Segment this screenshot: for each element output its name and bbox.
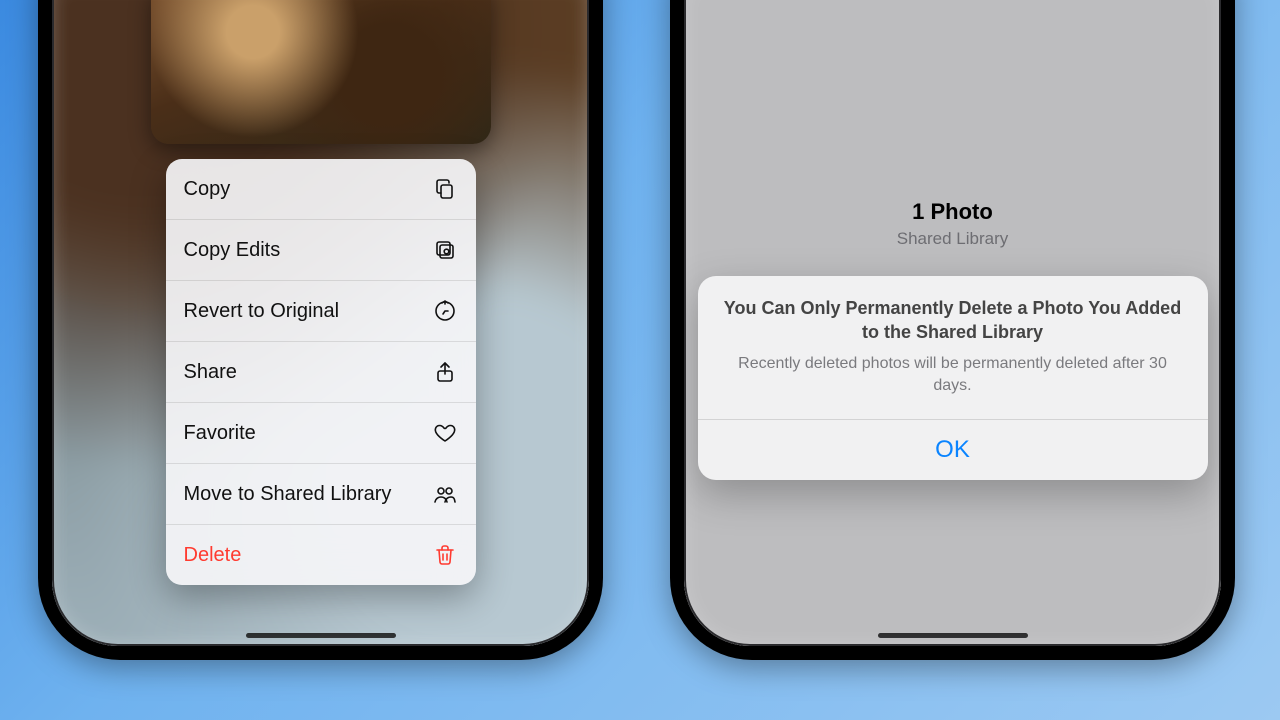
menu-item-favorite[interactable]: Favorite [166,403,476,464]
menu-item-label: Copy [184,178,231,201]
revert-icon [432,298,458,324]
alert-ok-button[interactable]: OK [698,420,1208,480]
selection-count: 1 Photo [684,199,1221,225]
menu-item-share[interactable]: Share [166,342,476,403]
menu-item-label: Copy Edits [184,239,281,262]
menu-item-copy-edits[interactable]: Copy Edits [166,220,476,281]
photo-context-menu: Copy Copy Edits Revert to Original [166,159,476,585]
photo-preview-thumbnail[interactable] [151,0,491,144]
home-indicator[interactable] [878,633,1028,638]
copy-icon [432,176,458,202]
stage: Copy Copy Edits Revert to Original [0,0,1280,720]
selection-subtitle: Shared Library [684,229,1221,249]
menu-item-move-shared-library[interactable]: Move to Shared Library [166,464,476,525]
menu-item-label: Revert to Original [184,300,340,323]
menu-item-label: Move to Shared Library [184,483,392,506]
share-icon [432,359,458,385]
alert-dialog: You Can Only Permanently Delete a Photo … [698,276,1208,480]
menu-item-copy[interactable]: Copy [166,159,476,220]
alert-body: You Can Only Permanently Delete a Photo … [698,276,1208,419]
menu-item-delete[interactable]: Delete [166,525,476,585]
screen-right: 1 Photo Shared Library You Can Only Perm… [684,0,1221,646]
selection-summary: 1 Photo Shared Library [684,199,1221,249]
alert-title: You Can Only Permanently Delete a Photo … [720,296,1186,345]
phone-left: Copy Copy Edits Revert to Original [38,0,603,660]
menu-item-label: Share [184,361,237,384]
trash-icon [432,542,458,568]
menu-item-label: Delete [184,544,242,567]
heart-icon [432,420,458,446]
menu-item-label: Favorite [184,422,256,445]
home-indicator[interactable] [246,633,396,638]
copy-edits-icon [432,237,458,263]
menu-item-revert[interactable]: Revert to Original [166,281,476,342]
screen-left: Copy Copy Edits Revert to Original [52,0,589,646]
phone-right: 1 Photo Shared Library You Can Only Perm… [670,0,1235,660]
alert-message: Recently deleted photos will be permanen… [720,353,1186,398]
people-icon [432,481,458,507]
